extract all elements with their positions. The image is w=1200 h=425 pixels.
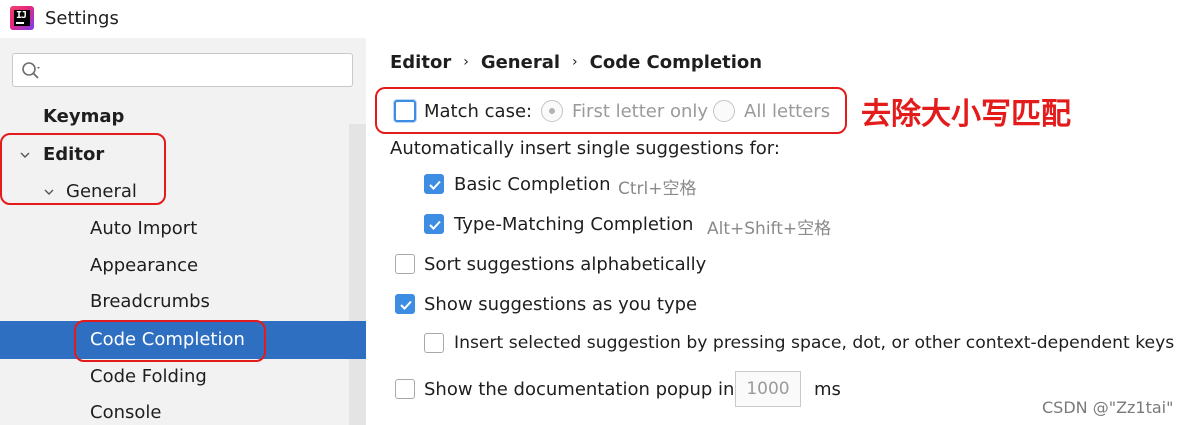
- all-letters-label: All letters: [744, 101, 831, 122]
- intellij-logo-icon: IJ: [10, 6, 34, 30]
- sidebar-item-appearance[interactable]: Appearance: [90, 255, 198, 276]
- basic-completion-shortcut: Ctrl+空格: [618, 179, 697, 199]
- breadcrumb: Editor › General › Code Completion: [390, 52, 762, 73]
- search-field[interactable]: [12, 53, 353, 87]
- show-as-type-label: Show suggestions as you type: [424, 294, 698, 315]
- annotation-callout: 去除大小写匹配: [861, 97, 1071, 132]
- window-title: Settings: [45, 8, 119, 29]
- checkmark-icon: [429, 180, 441, 190]
- sort-alpha-label: Sort suggestions alphabetically: [424, 254, 707, 275]
- insert-selected-checkbox[interactable]: [424, 333, 444, 353]
- sidebar-item-keymap[interactable]: Keymap: [43, 106, 124, 127]
- checkmark-icon: [429, 220, 441, 230]
- search-icon: [22, 62, 40, 79]
- checkmark-icon: [400, 300, 412, 310]
- breadcrumb-separator-icon: ›: [572, 54, 578, 70]
- breadcrumb-separator-icon: ›: [463, 54, 469, 70]
- sort-alpha-checkbox[interactable]: [395, 254, 415, 274]
- doc-popup-label: Show the documentation popup in: [424, 379, 735, 400]
- sidebar-item-console[interactable]: Console: [90, 402, 161, 423]
- doc-popup-delay-field[interactable]: [735, 371, 801, 407]
- settings-sidebar: Keymap Editor General Auto Import Appear…: [0, 38, 366, 425]
- match-case-checkbox[interactable]: [394, 100, 416, 122]
- type-matching-checkbox[interactable]: [424, 214, 444, 234]
- breadcrumb-code-completion: Code Completion: [589, 52, 763, 73]
- title-bar: IJ Settings: [0, 0, 1200, 38]
- first-letter-only-label: First letter only: [572, 101, 709, 122]
- sidebar-scrollbar[interactable]: [349, 124, 366, 425]
- match-case-label: Match case:: [424, 101, 533, 122]
- search-input[interactable]: [49, 58, 339, 82]
- sidebar-item-code-folding[interactable]: Code Folding: [90, 366, 207, 387]
- breadcrumb-editor[interactable]: Editor: [390, 52, 451, 73]
- all-letters-radio[interactable]: [713, 100, 735, 122]
- type-matching-shortcut: Alt+Shift+空格: [707, 219, 832, 239]
- first-letter-only-radio[interactable]: [541, 100, 563, 122]
- watermark: CSDN @"Zz1tai": [1042, 398, 1174, 417]
- annotation-box-editor-general: [0, 133, 166, 205]
- auto-insert-heading: Automatically insert single suggestions …: [390, 138, 780, 159]
- doc-popup-unit: ms: [814, 379, 841, 400]
- insert-selected-label: Insert selected suggestion by pressing s…: [454, 333, 1175, 353]
- basic-completion-label: Basic Completion: [454, 174, 611, 195]
- type-matching-label: Type-Matching Completion: [454, 214, 694, 235]
- sidebar-item-breadcrumbs[interactable]: Breadcrumbs: [90, 291, 210, 312]
- basic-completion-checkbox[interactable]: [424, 174, 444, 194]
- doc-popup-delay-input[interactable]: [736, 372, 800, 406]
- show-as-type-checkbox[interactable]: [395, 294, 415, 314]
- doc-popup-checkbox[interactable]: [395, 379, 415, 399]
- sidebar-item-auto-import[interactable]: Auto Import: [90, 218, 197, 239]
- annotation-box-code-completion: [74, 320, 266, 362]
- breadcrumb-general[interactable]: General: [481, 52, 560, 73]
